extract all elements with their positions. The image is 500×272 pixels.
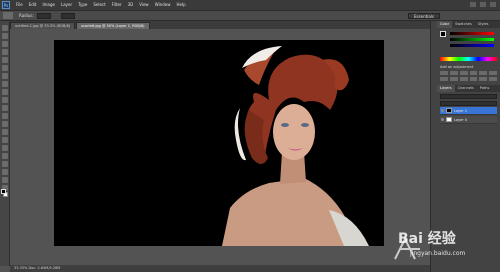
posterize-icon[interactable] [489,77,497,81]
lock-row[interactable] [440,101,497,106]
color-panel [440,31,497,55]
green-slider[interactable] [450,38,494,41]
move-tool-icon[interactable] [1,25,8,31]
clone-stamp-tool-icon[interactable] [1,89,8,95]
menu-filter[interactable]: Filter [109,0,125,10]
layer-name: Layer 1 [454,108,468,113]
foreground-color-swatch[interactable] [1,189,6,194]
canvas-area [10,29,430,265]
layer-thumbnail [446,108,452,113]
baidu-watermark-logo: Bai 经验 [398,231,456,247]
tools-panel [0,21,10,266]
layer-name: Layer 0 [454,117,468,122]
layer-row[interactable]: Layer 1 [440,107,497,115]
close-button[interactable] [490,2,496,7]
adjustments-grid [440,71,497,81]
menu-layer[interactable]: Layer [58,0,75,10]
photo-filter-icon[interactable] [459,77,468,81]
eyedropper-tool-icon[interactable] [1,65,8,71]
pen-tool-icon[interactable] [1,137,8,143]
history-brush-tool-icon[interactable] [1,97,8,103]
healing-brush-tool-icon[interactable] [1,73,8,79]
shape-tool-icon[interactable] [1,161,8,167]
brush-tool-icon[interactable] [1,81,8,87]
maximize-button[interactable] [480,2,486,7]
color-panel-tabs: Color Swatches Styles [437,21,500,28]
menu-select[interactable]: Select [90,0,108,10]
tab-color[interactable]: Color [437,21,453,28]
menu-image[interactable]: Image [39,0,58,10]
photoshop-logo: Ps [2,1,10,9]
menu-3d[interactable]: 3D [125,0,137,10]
balance-icon[interactable] [440,77,448,81]
tab-layers[interactable]: Layers [437,85,455,92]
window-controls [470,2,496,7]
tab-channels[interactable]: Channels [455,85,477,92]
menu-view[interactable]: View [136,0,152,10]
type-tool-icon[interactable] [1,145,8,151]
eye-icon[interactable] [441,118,444,121]
path-select-tool-icon[interactable] [1,153,8,159]
brightness-icon[interactable] [440,71,448,75]
document-tabs: untitled-1.jpg @ 33.3% (RGB/8) scarlett.… [10,21,430,29]
hand-tool-icon[interactable] [1,177,8,183]
baidu-watermark-url: jingyan.baidu.com [410,250,466,257]
adjustments-title: Add an adjustment [440,65,474,69]
layers-panel-tabs: Layers Channels Paths [437,85,500,92]
menu-type[interactable]: Type [75,0,90,10]
mixer-icon[interactable] [469,77,478,81]
exposure-icon[interactable] [469,71,478,75]
marquee-tool-icon[interactable] [1,33,8,39]
blend-mode-select[interactable] [440,94,497,99]
3d-rotate-tool-icon[interactable] [1,169,8,175]
blur-tool-icon[interactable] [1,121,8,127]
red-slider[interactable] [450,32,494,35]
options-bar: Radius: Essentials [0,10,500,21]
eraser-tool-icon[interactable] [1,105,8,111]
eye-icon[interactable] [441,109,444,112]
tab-styles[interactable]: Styles [475,21,492,28]
vibrance-icon[interactable] [479,71,488,75]
blue-slider[interactable] [450,44,494,47]
menu-edit[interactable]: Edit [26,0,40,10]
curves-icon[interactable] [459,71,468,75]
option-field[interactable] [60,12,75,19]
status-bar: 33.33% Doc: 2.64M/5.28M [10,265,430,272]
levels-icon[interactable] [449,71,458,75]
tab-swatches[interactable]: Swatches [452,21,475,28]
crop-tool-icon[interactable] [1,57,8,63]
workspace-switcher[interactable]: Essentials [408,13,440,19]
bw-icon[interactable] [449,77,458,81]
menu-file[interactable]: File [13,0,26,10]
status-text: 33.33% Doc: 2.64M/5.28M [14,266,61,270]
radius-label: Radius: [19,13,34,18]
hue-icon[interactable] [489,71,497,75]
color-swatch[interactable] [440,31,446,37]
document-canvas[interactable] [54,40,384,246]
menu-window[interactable]: Window [152,0,174,10]
radius-field[interactable] [36,12,51,19]
menu-bar: Ps File Edit Image Layer Type Select Fil… [0,0,500,10]
invert-icon[interactable] [479,77,488,81]
document-tab[interactable]: untitled-1.jpg @ 33.3% (RGB/8) [10,22,76,29]
quick-select-tool-icon[interactable] [1,49,8,55]
tool-preset-picker[interactable] [3,12,13,19]
document-tab-active[interactable]: scarlett.jpg @ 50% (Layer 1, RGB/8) [76,22,150,29]
dodge-tool-icon[interactable] [1,129,8,135]
layer-thumbnail [446,117,452,122]
portrait-image [54,40,384,246]
menu-help[interactable]: Help [173,0,188,10]
layer-row[interactable]: Layer 0 [440,116,497,124]
color-spectrum[interactable] [440,57,497,61]
lasso-tool-icon[interactable] [1,41,8,47]
minimize-button[interactable] [470,2,476,7]
tab-paths[interactable]: Paths [477,85,493,92]
gradient-tool-icon[interactable] [1,113,8,119]
